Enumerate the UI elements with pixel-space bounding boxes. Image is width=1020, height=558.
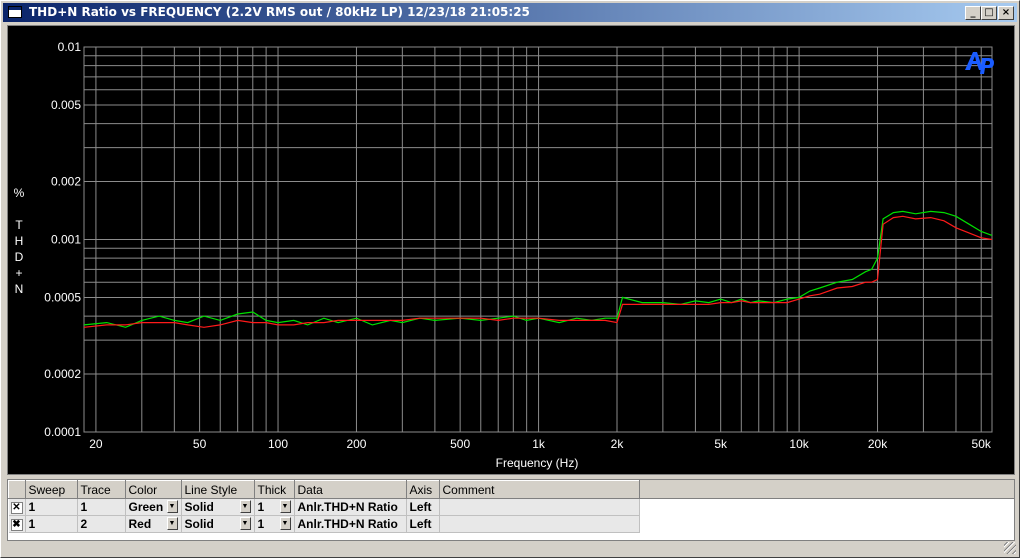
- x-tick-label: 50k: [972, 437, 992, 451]
- x-tick-label: 20k: [868, 437, 888, 451]
- trace-checkbox[interactable]: ✖: [10, 518, 23, 531]
- y-tick-label: 0.0002: [44, 367, 81, 381]
- y-axis-label-char: T: [15, 218, 23, 232]
- trace-table-area: Sweep Trace Color Line Style Thick Data …: [7, 479, 1015, 541]
- data-cell[interactable]: Anlr.THD+N Ratio: [294, 498, 407, 516]
- y-tick-label: 0.0005: [44, 290, 81, 304]
- header-line-style[interactable]: Line Style: [180, 480, 255, 499]
- trace-table-header: Sweep Trace Color Line Style Thick Data …: [8, 480, 640, 499]
- window-title: THD+N Ratio vs FREQUENCY (2.2V RMS out /…: [29, 5, 530, 19]
- y-tick-label: 0.01: [58, 40, 82, 54]
- x-tick-label: 100: [268, 437, 288, 451]
- sweep-cell[interactable]: 1: [25, 515, 78, 533]
- color-cell[interactable]: Red: [129, 517, 152, 531]
- x-tick-label: 2k: [611, 437, 625, 451]
- y-axis-label-char: N: [15, 282, 24, 296]
- trace-table: Sweep Trace Color Line Style Thick Data …: [8, 480, 640, 533]
- plot-background: [8, 26, 1014, 474]
- y-axis-label: T H D + N: [15, 218, 24, 296]
- data-cell[interactable]: Anlr.THD+N Ratio: [294, 515, 407, 533]
- y-tick-label: 0.002: [51, 175, 81, 189]
- x-tick-label: 500: [450, 437, 470, 451]
- thick-cell[interactable]: 1: [258, 500, 265, 514]
- line-style-cell[interactable]: Solid: [185, 517, 214, 531]
- line-style-cell[interactable]: Solid: [185, 500, 214, 514]
- chevron-down-icon[interactable]: ▼: [279, 500, 291, 513]
- header-sweep[interactable]: Sweep: [24, 480, 78, 499]
- chevron-down-icon[interactable]: ▼: [239, 500, 251, 513]
- header-trace[interactable]: Trace: [76, 480, 126, 499]
- axis-cell[interactable]: Left: [406, 498, 440, 516]
- comment-cell[interactable]: [439, 515, 640, 533]
- sweep-cell[interactable]: 1: [25, 498, 78, 516]
- x-tick-label: 50: [193, 437, 207, 451]
- x-tick-label: 5k: [714, 437, 728, 451]
- chevron-down-icon[interactable]: ▼: [166, 500, 178, 513]
- x-tick-label: 200: [346, 437, 366, 451]
- header-data[interactable]: Data: [293, 480, 407, 499]
- thick-cell[interactable]: 1: [258, 517, 265, 531]
- header-color[interactable]: Color: [124, 480, 182, 499]
- chevron-down-icon[interactable]: ▼: [279, 517, 291, 530]
- color-cell[interactable]: Green: [129, 500, 164, 514]
- y-tick-label: 0.001: [51, 233, 81, 247]
- x-tick-label: 1k: [532, 437, 546, 451]
- header-axis[interactable]: Axis: [405, 480, 440, 499]
- app-window-icon[interactable]: [8, 6, 22, 18]
- table-header-filler: [640, 480, 1014, 499]
- y-axis-label-char: D: [15, 250, 24, 264]
- resize-grip-icon[interactable]: [1004, 542, 1016, 554]
- header-check-column: [8, 480, 26, 499]
- plot-panel: 20 50 100 200 500 1k 2k 5k 10k 20k 50k 0.01 0.005 0.0…: [7, 25, 1015, 475]
- trace-checkbox[interactable]: ✕: [10, 501, 23, 514]
- trace-cell[interactable]: 1: [77, 498, 126, 516]
- y-tick-label: 0.0001: [44, 425, 81, 439]
- header-thick[interactable]: Thick: [253, 480, 295, 499]
- chevron-down-icon[interactable]: ▼: [239, 517, 251, 530]
- close-button[interactable]: ×: [998, 6, 1014, 20]
- thd-frequency-chart: 20 50 100 200 500 1k 2k 5k 10k 20k 50k 0.01 0.005 0.0…: [8, 26, 1014, 474]
- minimize-button[interactable]: _: [965, 6, 981, 20]
- table-row[interactable]: ✕ 1 1 Green ▼ Solid ▼ 1 ▼ Anlr.THD+N Ratio …: [8, 498, 640, 516]
- chevron-down-icon[interactable]: ▼: [166, 517, 178, 530]
- y-axis-label-char: +: [15, 266, 22, 280]
- x-tick-label: 20: [89, 437, 103, 451]
- comment-cell[interactable]: [439, 498, 640, 516]
- table-row[interactable]: ✖ 1 2 Red ▼ Solid ▼ 1 ▼ Anlr.THD+N Ratio Le…: [8, 515, 640, 533]
- header-comment[interactable]: Comment: [438, 480, 640, 499]
- axis-cell[interactable]: Left: [406, 515, 440, 533]
- graph-window: THD+N Ratio vs FREQUENCY (2.2V RMS out /…: [0, 0, 1020, 558]
- y-axis-unit: %: [14, 186, 25, 200]
- y-tick-label: 0.005: [51, 98, 81, 112]
- title-bar[interactable]: THD+N Ratio vs FREQUENCY (2.2V RMS out /…: [3, 3, 1017, 22]
- maximize-button[interactable]: □: [981, 6, 997, 20]
- y-axis-label-char: H: [15, 234, 24, 248]
- trace-cell[interactable]: 2: [77, 515, 126, 533]
- x-tick-label: 10k: [789, 437, 809, 451]
- x-axis-label: Frequency (Hz): [496, 456, 579, 470]
